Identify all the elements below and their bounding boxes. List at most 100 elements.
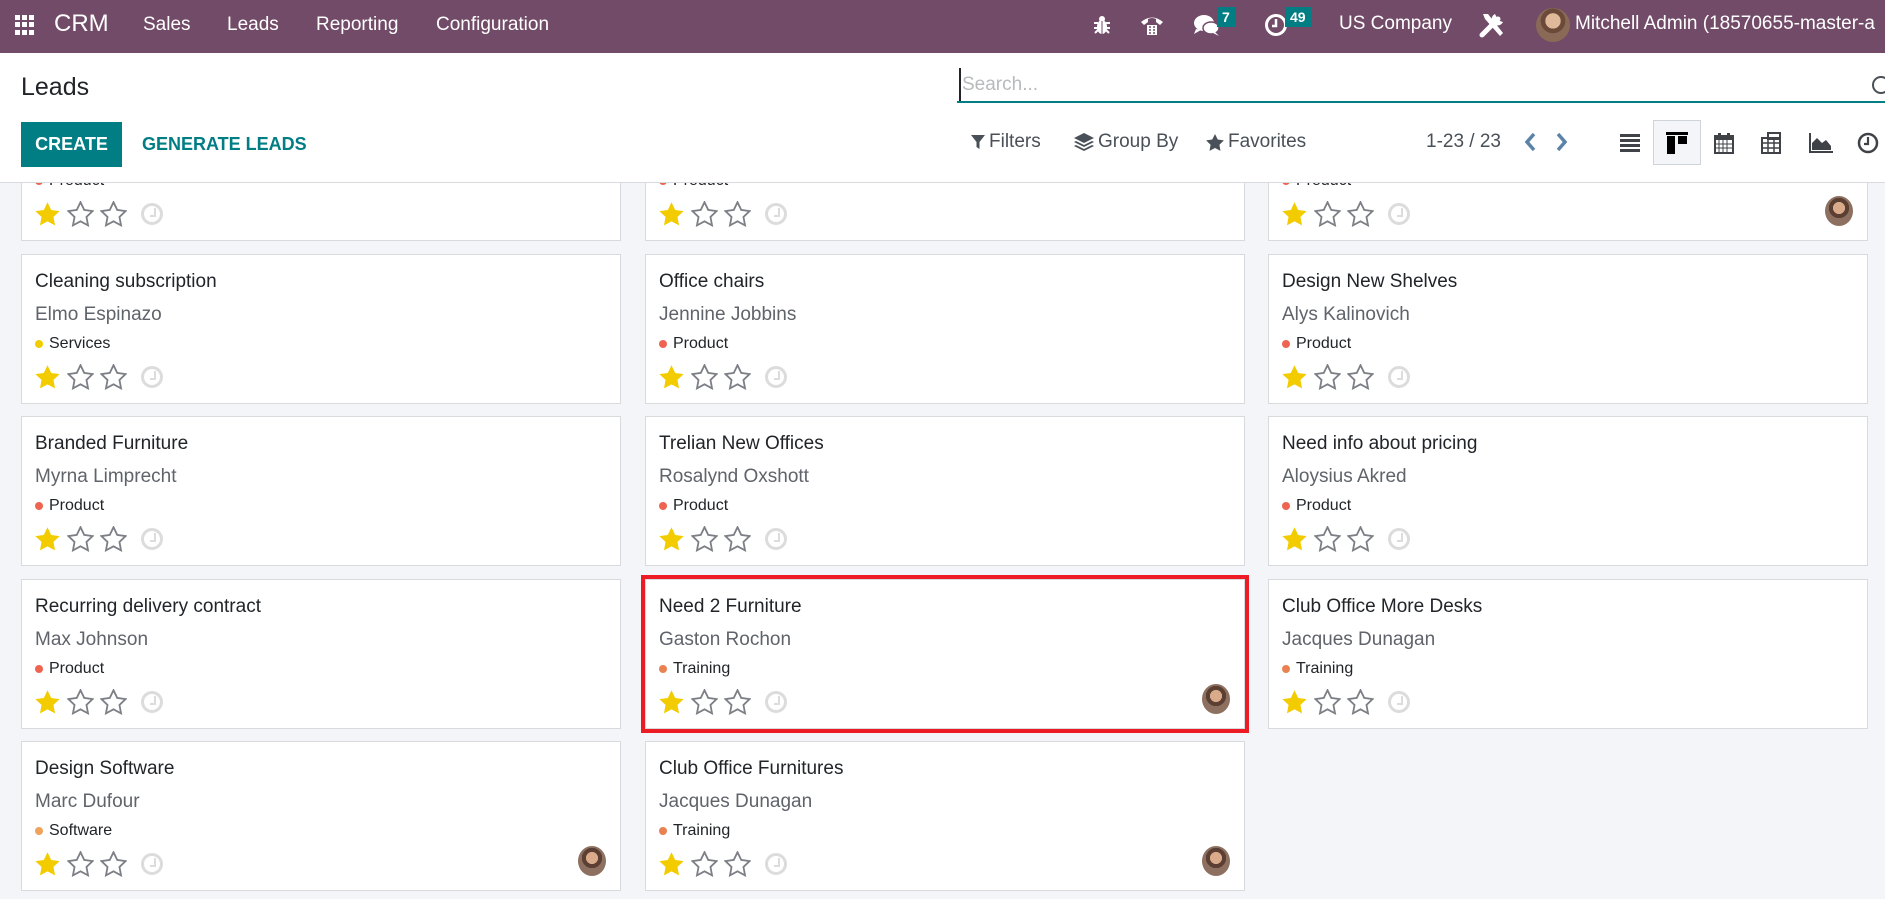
activity-clock-icon[interactable] [1388,691,1410,713]
app-brand[interactable]: CRM [54,10,109,38]
user-menu[interactable]: Mitchell Admin (18570655-master-a [1575,13,1875,35]
bug-icon[interactable] [1091,12,1113,38]
lead-card-highlighted[interactable]: Need 2 Furniture Gaston Rochon Training [641,575,1249,733]
search-icon[interactable] [1872,76,1885,94]
star-empty-icon[interactable] [724,201,751,227]
tools-icon[interactable] [1478,12,1508,38]
view-list[interactable] [1606,120,1654,165]
activity-clock-icon[interactable] [141,528,163,550]
search-input[interactable] [959,68,1859,101]
apps-grid-icon[interactable] [15,15,35,35]
star-empty-icon[interactable] [67,689,94,715]
lead-card[interactable]: Trelian New Offices Rosalynd Oxshott Produ… [645,416,1245,566]
star-empty-icon[interactable] [1314,526,1341,552]
star-empty-icon[interactable] [100,364,127,390]
group-by-button[interactable]: Group By [1074,131,1178,153]
star-empty-icon[interactable] [1314,689,1341,715]
pager-previous[interactable] [1520,129,1540,155]
star-empty-icon[interactable] [724,851,751,877]
salesperson-avatar[interactable] [1202,846,1230,876]
lead-card[interactable]: Club Office More Desks Jacques Dunagan Tra… [1268,579,1868,729]
star-filled-icon[interactable] [34,201,61,227]
star-empty-icon[interactable] [691,689,718,715]
activity-clock-icon[interactable] [765,528,787,550]
menu-reporting[interactable]: Reporting [316,14,398,36]
activity-clock-icon[interactable] [765,203,787,225]
lead-card[interactable]: Club Office Furnitures Jacques Dunagan Tra… [645,741,1245,891]
activity-clock-icon[interactable] [1388,203,1410,225]
star-filled-icon[interactable] [34,364,61,390]
salesperson-avatar[interactable] [1202,684,1230,714]
star-filled-icon[interactable] [1281,689,1308,715]
star-filled-icon[interactable] [1281,364,1308,390]
view-calendar[interactable] [1700,120,1748,165]
filters-button[interactable]: Filters [971,131,1041,153]
view-pivot[interactable] [1747,120,1795,165]
star-empty-icon[interactable] [1314,364,1341,390]
activity-clock-icon[interactable] [1388,366,1410,388]
star-empty-icon[interactable] [691,201,718,227]
lead-card[interactable]: Recurring delivery contract Max Johnson Pr… [21,579,621,729]
star-empty-icon[interactable] [100,851,127,877]
lead-card-partial[interactable]: Product [1268,183,1868,241]
create-button[interactable]: CREATE [21,122,122,167]
lead-card-partial[interactable]: Product [645,183,1245,241]
activity-clock-icon[interactable] [141,691,163,713]
lead-card-partial[interactable]: Product [21,183,621,241]
lead-card[interactable]: Office chairs Jennine Jobbins Product [645,254,1245,404]
star-empty-icon[interactable] [67,364,94,390]
view-graph[interactable] [1797,120,1845,165]
activity-clock-icon[interactable] [141,203,163,225]
star-filled-icon[interactable] [34,689,61,715]
star-empty-icon[interactable] [67,526,94,552]
star-empty-icon[interactable] [1347,364,1374,390]
star-empty-icon[interactable] [67,201,94,227]
star-empty-icon[interactable] [100,526,127,552]
company-switcher[interactable]: US Company [1339,13,1452,35]
star-empty-icon[interactable] [1347,526,1374,552]
activity-clock-icon[interactable] [141,366,163,388]
generate-leads-button[interactable]: GENERATE LEADS [142,122,307,167]
star-empty-icon[interactable] [724,526,751,552]
lead-card[interactable]: Design Software Marc Dufour Software [21,741,621,891]
lead-card[interactable]: Branded Furniture Myrna Limprecht Product [21,416,621,566]
lead-card[interactable]: Design New Shelves Alys Kalinovich Product [1268,254,1868,404]
star-filled-icon[interactable] [658,526,685,552]
pager-value[interactable]: 1-23 / 23 [1426,131,1501,153]
phone-icon[interactable] [1138,12,1166,38]
activity-clock-icon[interactable] [765,691,787,713]
star-empty-icon[interactable] [1347,689,1374,715]
star-filled-icon[interactable] [1281,201,1308,227]
star-empty-icon[interactable] [691,364,718,390]
star-filled-icon[interactable] [1281,526,1308,552]
favorites-button[interactable]: Favorites [1206,131,1306,153]
star-empty-icon[interactable] [67,851,94,877]
star-empty-icon[interactable] [100,201,127,227]
star-empty-icon[interactable] [724,689,751,715]
activity-clock-icon[interactable] [141,853,163,875]
star-filled-icon[interactable] [658,689,685,715]
menu-leads[interactable]: Leads [227,14,279,36]
star-filled-icon[interactable] [658,201,685,227]
salesperson-avatar[interactable] [578,846,606,876]
star-empty-icon[interactable] [691,526,718,552]
lead-card[interactable]: Need info about pricing Aloysius Akred Pro… [1268,416,1868,566]
star-empty-icon[interactable] [1347,201,1374,227]
lead-card[interactable]: Cleaning subscription Elmo Espinazo Servic… [21,254,621,404]
star-empty-icon[interactable] [724,364,751,390]
activity-clock-icon[interactable] [765,853,787,875]
star-filled-icon[interactable] [658,851,685,877]
star-filled-icon[interactable] [34,526,61,552]
menu-configuration[interactable]: Configuration [436,14,549,36]
activity-clock-icon[interactable] [1388,528,1410,550]
star-empty-icon[interactable] [1314,201,1341,227]
star-filled-icon[interactable] [658,364,685,390]
view-kanban[interactable] [1653,120,1701,165]
activity-clock-icon[interactable] [765,366,787,388]
star-empty-icon[interactable] [691,851,718,877]
star-filled-icon[interactable] [34,851,61,877]
menu-sales[interactable]: Sales [143,14,191,36]
user-avatar[interactable] [1536,8,1570,42]
salesperson-avatar[interactable] [1825,196,1853,226]
view-activity[interactable] [1844,120,1885,165]
